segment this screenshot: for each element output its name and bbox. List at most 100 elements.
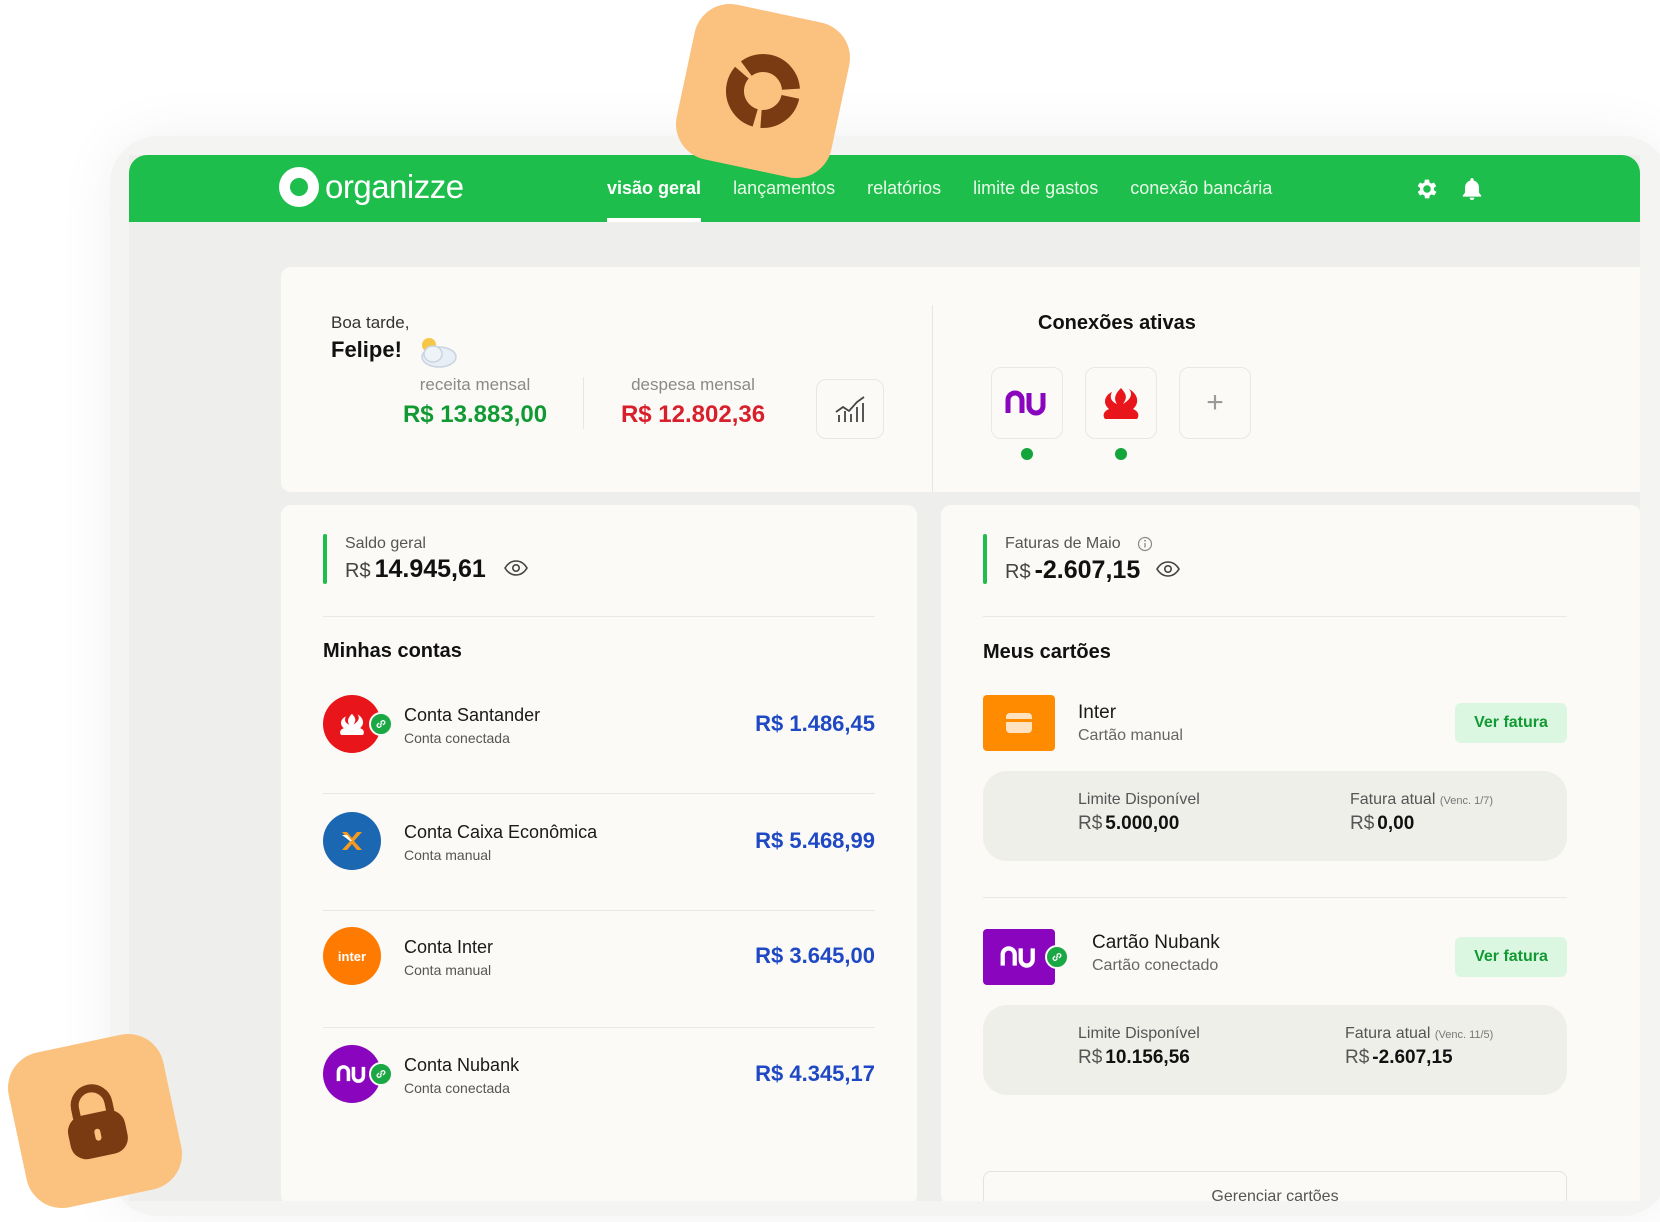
- app-window: organizze visão geral lançamentos relató…: [129, 155, 1640, 1201]
- limit-currency: R$: [1078, 1047, 1103, 1068]
- nubank-logo-icon: [1005, 390, 1046, 416]
- user-name: Felipe!: [331, 337, 402, 362]
- card-status: Cartão manual: [1078, 727, 1183, 744]
- limit-amount: 10.156,56: [1105, 1047, 1190, 1068]
- status-dot-nubank: [1021, 448, 1033, 460]
- balance-currency: R$: [345, 560, 371, 582]
- card-status: Cartão conectado: [1092, 957, 1219, 974]
- link-icon: [1045, 945, 1069, 969]
- nav-relatorios[interactable]: relatórios: [867, 155, 941, 222]
- cards-title: Meus cartões: [983, 641, 1111, 663]
- nav-visao-geral[interactable]: visão geral: [607, 155, 702, 222]
- card-limit-box: Limite Disponível R$ 5.000,00 Fatura atua…: [983, 771, 1567, 861]
- bell-icon[interactable]: [1459, 176, 1485, 202]
- income-label: receita mensal: [419, 375, 531, 394]
- chart-button[interactable]: [816, 379, 884, 439]
- divider: [323, 910, 875, 911]
- divider: [323, 616, 875, 617]
- invoices-currency: R$: [1005, 561, 1031, 583]
- logo-text: organizze: [325, 168, 464, 205]
- divider: [983, 897, 1567, 898]
- accounts-title: Minhas contas: [323, 640, 462, 662]
- invoice-value: R$ -2.607,15: [1345, 1047, 1453, 1069]
- divider: [983, 616, 1567, 617]
- invoice-label: Fatura atual (Venc. 11/5): [1345, 1025, 1493, 1043]
- invoices-label: Faturas de Maio: [1005, 535, 1121, 552]
- cards-card: Faturas de Maio R$ -2.607,15 Meus cartões…: [941, 505, 1640, 1201]
- view-invoice-button[interactable]: Ver fatura: [1455, 703, 1567, 743]
- account-status: Conta manual: [404, 847, 492, 863]
- donut-badge: [669, 0, 857, 185]
- account-status: Conta manual: [404, 962, 492, 978]
- limit-value: R$ 5.000,00: [1078, 813, 1179, 835]
- nav-limite-de-gastos[interactable]: limite de gastos: [973, 155, 1098, 222]
- income-value: R$ 13.883,00: [402, 401, 548, 428]
- invoice-due: (Venc. 11/5): [1434, 1029, 1494, 1041]
- info-icon[interactable]: [1137, 536, 1153, 552]
- limit-currency: R$: [1078, 813, 1103, 834]
- balance-label: Saldo geral: [345, 535, 426, 552]
- cloud-sun-icon: [421, 338, 457, 368]
- account-balance: R$ 1.486,45: [755, 711, 875, 736]
- santander-logo-icon: [1103, 388, 1139, 419]
- accent-bar: [983, 534, 987, 584]
- invoices-value: -2.607,15: [1034, 556, 1141, 584]
- view-invoice-button[interactable]: Ver fatura: [1455, 937, 1567, 977]
- accent-bar: [323, 534, 327, 584]
- card-icon: [983, 695, 1055, 751]
- trend-chart-icon: [835, 396, 865, 422]
- list-item[interactable]: inter Conta Inter Conta manual R$ 3.645,…: [323, 927, 875, 1043]
- expense-metric: despesa mensal R$ 12.802,36: [611, 375, 775, 429]
- inter-logo-icon: inter: [323, 927, 381, 985]
- caixa-logo-icon: [323, 812, 381, 870]
- expense-value: R$ 12.802,36: [620, 401, 766, 428]
- card-name: Inter: [1078, 702, 1117, 723]
- eye-icon[interactable]: [1156, 561, 1180, 577]
- add-connection-button[interactable]: +: [1179, 367, 1251, 439]
- plus-icon: +: [1206, 386, 1224, 419]
- expense-label: despesa mensal: [631, 375, 755, 394]
- card-name: Cartão Nubank: [1092, 932, 1220, 953]
- summary-card: Boa tarde, Felipe! receita mensal R$ 13.…: [281, 267, 1640, 492]
- limit-label: Limite Disponível: [1078, 791, 1200, 808]
- lock-icon: [67, 1084, 128, 1160]
- account-name: Conta Nubank: [404, 1055, 520, 1075]
- bank-tile-santander[interactable]: [1085, 367, 1157, 439]
- gear-icon[interactable]: [1414, 176, 1440, 202]
- account-status: Conta conectada: [404, 1080, 510, 1096]
- logo[interactable]: organizze: [279, 167, 464, 207]
- eye-icon[interactable]: [504, 560, 528, 576]
- account-name: Conta Inter: [404, 937, 494, 957]
- invoice-label-text: Fatura atual: [1350, 791, 1436, 808]
- lock-badge: [1, 1027, 189, 1215]
- link-icon: [369, 712, 393, 736]
- divider: [583, 377, 584, 429]
- connections-title: Conexões ativas: [1038, 312, 1196, 334]
- account-balance: R$ 5.468,99: [755, 828, 875, 853]
- manage-cards-button[interactable]: Gerenciar cartões: [983, 1171, 1567, 1201]
- main-nav: visão geral lançamentos relatórios limit…: [607, 155, 1304, 222]
- account-name: Conta Santander: [404, 705, 541, 725]
- balance-amount: R$ 14.945,61: [345, 555, 486, 584]
- donut-chart-icon: [725, 54, 800, 128]
- status-dot-santander: [1115, 448, 1127, 460]
- card-limit-box: Limite Disponível R$ 10.156,56 Fatura atu…: [983, 1005, 1567, 1095]
- limit-value: R$ 10.156,56: [1078, 1047, 1190, 1069]
- limit-label: Limite Disponível: [1078, 1025, 1200, 1042]
- nav-conexao-bancaria[interactable]: conexão bancária: [1130, 155, 1272, 222]
- invoice-currency: R$: [1350, 813, 1375, 834]
- invoice-due: (Venc. 1/7): [1439, 795, 1494, 807]
- accounts-card: Saldo geral R$ 14.945,61 Minhas contas Co…: [281, 505, 917, 1201]
- link-icon: [369, 1062, 393, 1086]
- invoice-value: R$ 0,00: [1350, 813, 1414, 835]
- invoice-label-text: Fatura atual: [1345, 1025, 1431, 1042]
- logo-mark-icon: [279, 167, 319, 207]
- bank-tile-nubank[interactable]: [991, 367, 1063, 439]
- income-metric: receita mensal R$ 13.883,00: [393, 375, 557, 429]
- account-balance: R$ 4.345,17: [755, 1061, 875, 1086]
- account-name: Conta Caixa Econômica: [404, 822, 598, 842]
- invoice-label: Fatura atual (Venc. 1/7): [1350, 791, 1493, 809]
- account-status: Conta conectada: [404, 730, 510, 746]
- list-item[interactable]: Conta Nubank Conta conectada R$ 4.345,17: [323, 1045, 875, 1161]
- divider: [323, 1027, 875, 1028]
